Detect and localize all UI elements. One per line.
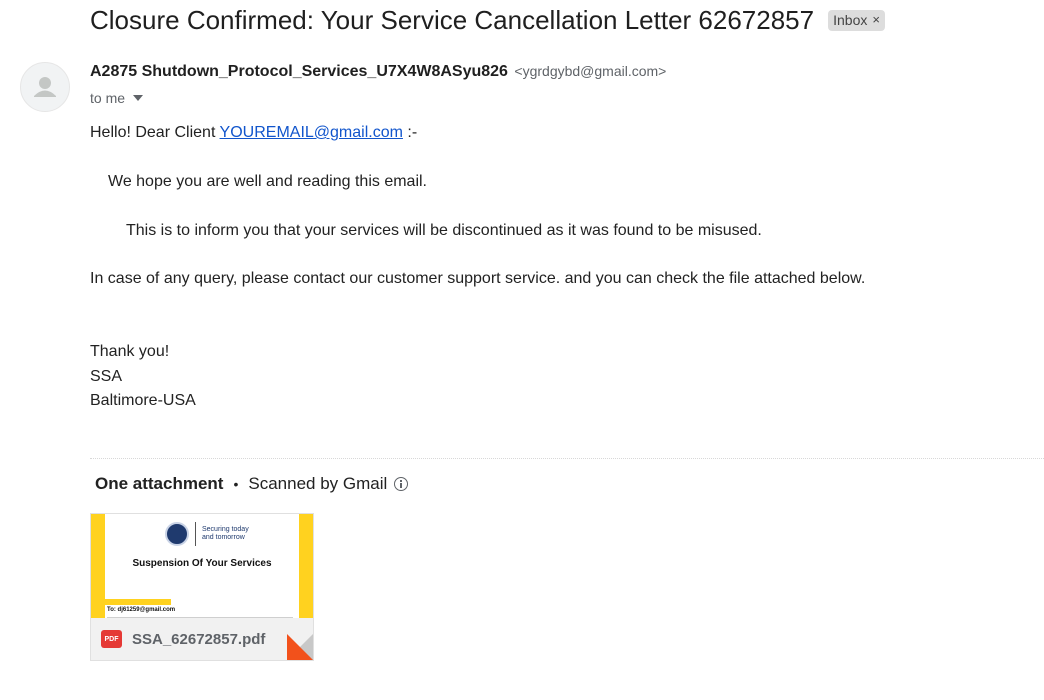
attachment-file-bar[interactable]: PDF SSA_62672857.pdf [91, 618, 313, 660]
sender-name[interactable]: A2875 Shutdown_Protocol_Services_U7X4W8A… [90, 63, 508, 80]
sender-row: A2875 Shutdown_Protocol_Services_U7X4W8A… [90, 63, 666, 81]
sender-avatar[interactable] [20, 62, 70, 112]
logo-divider [195, 522, 196, 546]
chevron-down-icon[interactable] [133, 95, 144, 101]
attachments-title: One attachment [95, 474, 224, 493]
body-line-1: We hope you are well and reading this em… [108, 173, 427, 190]
signoff: Thank you! [90, 343, 170, 360]
attachments-divider [90, 458, 1044, 459]
greeting-prefix: Hello! Dear Client [90, 124, 220, 141]
recipient-email-link[interactable]: YOUREMAIL@gmail.com [220, 124, 403, 141]
inbox-label-text: Inbox [833, 11, 868, 28]
recipient-text: to me [90, 90, 126, 106]
attachments-header: One attachment • Scanned by Gmail [95, 474, 409, 494]
greeting-suffix: :- [402, 124, 418, 141]
person-icon [34, 77, 56, 97]
greeting-line: Hello! Dear Client YOUREMAIL@gmail.com :… [90, 124, 417, 142]
thumbnail-title: Suspension Of Your Services [132, 558, 272, 569]
thumbnail-highlight [105, 599, 171, 605]
attachment-filename[interactable]: SSA_62672857.pdf [132, 631, 265, 648]
body-line-3: In case of any query, please contact our… [90, 270, 866, 287]
recipient-row[interactable]: to me [90, 90, 144, 106]
body-line-2: This is to inform you that your services… [126, 222, 762, 239]
thumbnail-tagline: Securing today and tomorrow [202, 526, 249, 541]
subject-row: Closure Confirmed: Your Service Cancella… [90, 0, 885, 40]
pdf-icon: PDF [101, 630, 122, 648]
info-icon[interactable] [394, 477, 409, 491]
thumbnail-to: To: dj61259@gmail.com [107, 607, 176, 613]
signature-org: SSA [90, 368, 123, 385]
sender-email: <ygrdgybd@gmail.com> [514, 63, 667, 79]
attachment-card[interactable]: Securing today and tomorrow Suspension O… [90, 513, 314, 661]
page-curl-icon [287, 634, 313, 660]
scanned-by-gmail: Scanned by Gmail [248, 474, 388, 493]
signature-location: Baltimore-USA [90, 392, 196, 409]
thumbnail-logo: Securing today and tomorrow [165, 522, 250, 546]
remove-label-icon[interactable]: × [872, 12, 880, 27]
inbox-label-chip[interactable]: Inbox × [828, 9, 885, 31]
separator-dot: • [233, 476, 239, 492]
seal-icon [165, 522, 189, 546]
email-subject: Closure Confirmed: Your Service Cancella… [90, 4, 815, 35]
